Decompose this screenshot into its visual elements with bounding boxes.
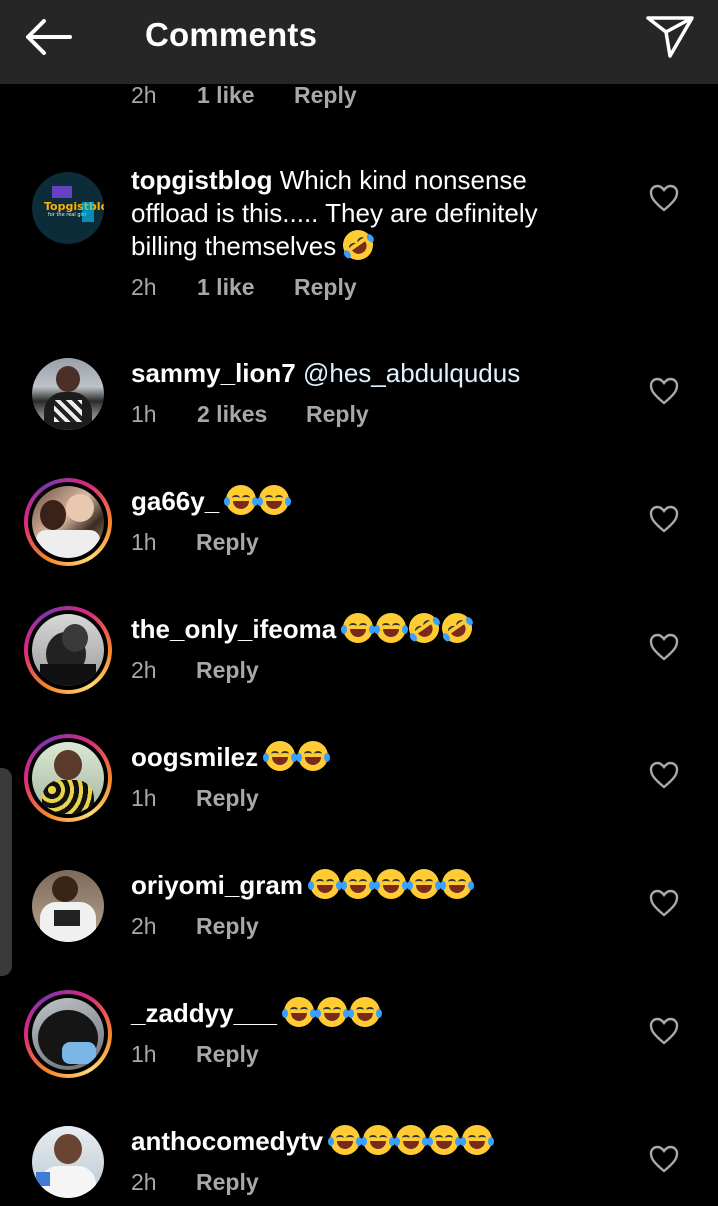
avatar-with-story-ring[interactable]: [24, 990, 112, 1078]
avatar-with-story-ring[interactable]: [24, 734, 112, 822]
comment-text: oogsmilez: [131, 741, 601, 774]
comment-username[interactable]: oogsmilez: [131, 742, 258, 772]
reply-button[interactable]: Reply: [196, 913, 259, 940]
heart-icon[interactable]: [649, 761, 679, 789]
avatar[interactable]: Topgistblog for the real gist: [24, 164, 112, 252]
comment-time: 2h: [131, 82, 157, 108]
comment-time: 1h: [131, 785, 157, 811]
reply-button[interactable]: Reply: [196, 657, 259, 684]
comment-time: 2h: [131, 1169, 157, 1195]
page-title: Comments: [145, 16, 318, 53]
avatar[interactable]: [24, 1118, 112, 1206]
comment-username[interactable]: the_only_ifeoma: [131, 614, 336, 644]
comment-text: ga66y_: [131, 485, 601, 518]
comment-text: topgistblog Which kind nonsense offload …: [131, 164, 601, 266]
tears-of-joy-emoji-icon: [224, 485, 259, 515]
comment-likes[interactable]: 2 likes: [197, 401, 267, 428]
heart-icon[interactable]: [649, 1145, 679, 1173]
reply-button[interactable]: Reply: [294, 82, 357, 109]
heart-icon[interactable]: [649, 1017, 679, 1045]
rofl-emoji-icon: [436, 607, 479, 649]
comment-time: 2h: [131, 913, 157, 939]
avatar[interactable]: [24, 862, 112, 950]
avatar-logo-subtext: for the real gist: [48, 212, 87, 218]
rofl-emoji-icon: [403, 607, 446, 649]
tears-of-joy-emoji-icon: [407, 869, 442, 899]
rofl-emoji-icon: [337, 224, 380, 266]
reply-button[interactable]: Reply: [196, 1041, 259, 1068]
comment-likes[interactable]: 1 like: [197, 82, 255, 109]
reply-button[interactable]: Reply: [196, 529, 259, 556]
heart-icon[interactable]: [649, 889, 679, 917]
comment-time: 1h: [131, 529, 157, 555]
comment-username[interactable]: anthocomedytv: [131, 1126, 323, 1156]
tears-of-joy-emoji-icon: [460, 1125, 495, 1155]
comment-username[interactable]: oriyomi_gram: [131, 870, 303, 900]
tears-of-joy-emoji-icon: [282, 997, 317, 1027]
comment-text: oriyomi_gram: [131, 869, 601, 902]
tears-of-joy-emoji-icon: [328, 1125, 363, 1155]
comment-time: 2h: [131, 657, 157, 683]
heart-icon[interactable]: [649, 505, 679, 533]
tears-of-joy-emoji-icon: [341, 613, 376, 643]
heart-icon[interactable]: [649, 633, 679, 661]
mention-link[interactable]: @hes_abdulqudus: [303, 358, 520, 388]
comment-time: 2h: [131, 274, 157, 300]
tears-of-joy-emoji-icon: [296, 741, 331, 771]
heart-icon[interactable]: [649, 184, 679, 212]
reply-button[interactable]: Reply: [294, 274, 357, 301]
comment-time: 1h: [131, 401, 157, 427]
comment-likes[interactable]: 1 like: [197, 274, 255, 301]
comment-text: sammy_lion7 @hes_abdulqudus: [131, 357, 601, 390]
tears-of-joy-emoji-icon: [341, 869, 376, 899]
top-bar: Comments: [0, 0, 718, 84]
back-arrow-icon[interactable]: [20, 14, 76, 60]
reply-button[interactable]: Reply: [196, 1169, 259, 1196]
avatar-with-story-ring[interactable]: [24, 478, 112, 566]
tears-of-joy-emoji-icon: [348, 997, 383, 1027]
comment-text: _zaddyy___: [131, 997, 601, 1030]
tears-of-joy-emoji-icon: [440, 869, 475, 899]
comment-username[interactable]: topgistblog: [131, 165, 273, 195]
tears-of-joy-emoji-icon: [263, 741, 298, 771]
comment-time: 1h: [131, 1041, 157, 1067]
comment-username[interactable]: ga66y_: [131, 486, 219, 516]
tears-of-joy-emoji-icon: [374, 869, 409, 899]
heart-icon[interactable]: [649, 377, 679, 405]
tears-of-joy-emoji-icon: [427, 1125, 462, 1155]
paper-plane-icon[interactable]: [644, 12, 696, 60]
comment-text: the_only_ifeoma: [131, 607, 601, 649]
comment-text: anthocomedytv: [131, 1125, 601, 1158]
avatar[interactable]: [24, 350, 112, 438]
comment-username[interactable]: sammy_lion7: [131, 358, 296, 388]
tears-of-joy-emoji-icon: [315, 997, 350, 1027]
tears-of-joy-emoji-icon: [394, 1125, 429, 1155]
tears-of-joy-emoji-icon: [374, 613, 409, 643]
avatar-with-story-ring[interactable]: [24, 606, 112, 694]
comment-username[interactable]: _zaddyy___: [131, 998, 277, 1028]
tears-of-joy-emoji-icon: [257, 485, 292, 515]
tears-of-joy-emoji-icon: [308, 869, 343, 899]
reply-button[interactable]: Reply: [196, 785, 259, 812]
tears-of-joy-emoji-icon: [361, 1125, 396, 1155]
reply-button[interactable]: Reply: [306, 401, 369, 428]
edge-scroll-handle[interactable]: [0, 768, 12, 976]
